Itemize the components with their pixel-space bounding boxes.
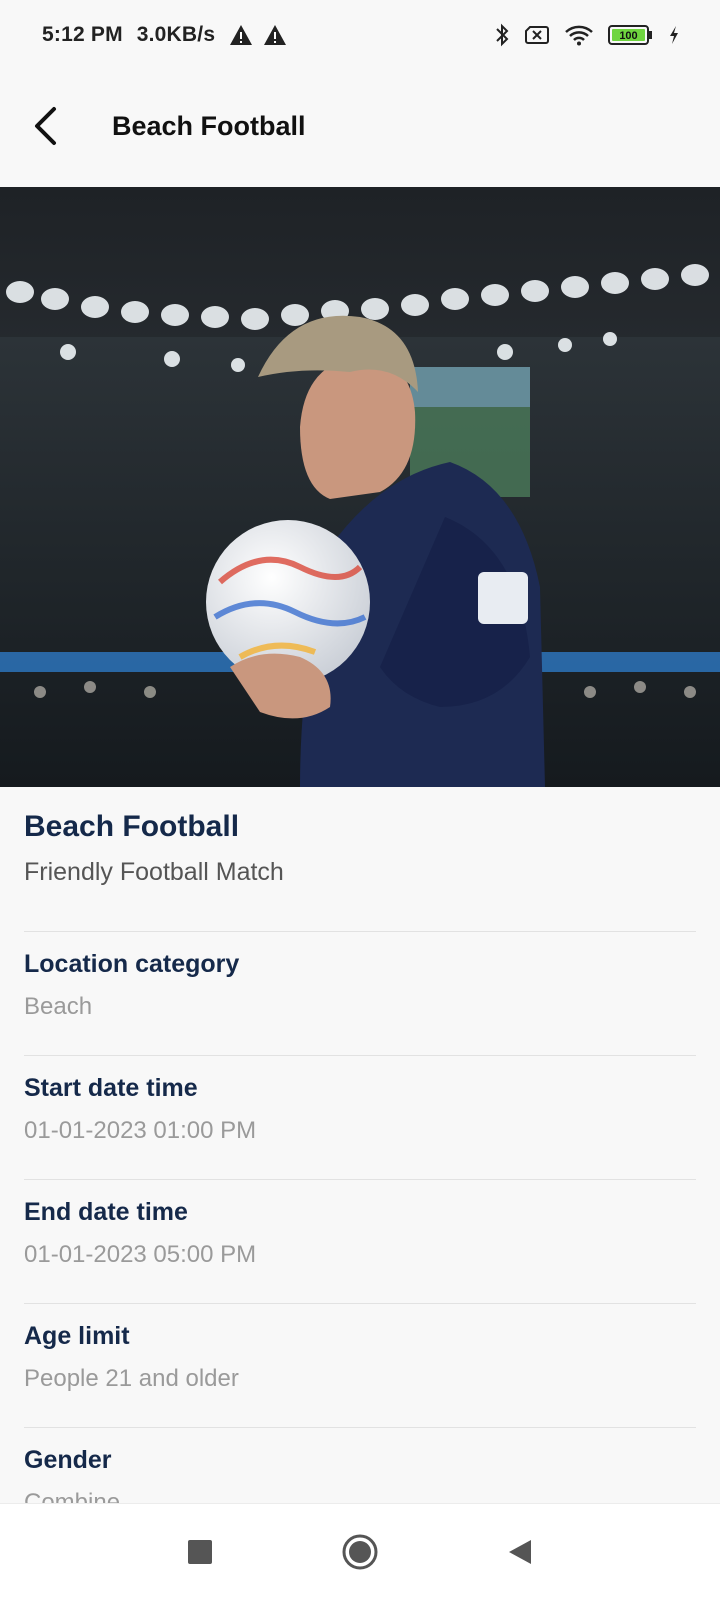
event-title: Beach Football (24, 810, 240, 843)
detail-label: Start date time (24, 1074, 198, 1102)
chevron-left-icon (35, 107, 56, 145)
detail-location-category: Location category Beach (24, 932, 696, 1056)
detail-gender: Gender Combine (24, 1428, 696, 1503)
detail-value: 01-01-2023 01:00 PM (24, 1117, 257, 1144)
warning-icon (230, 25, 253, 45)
back-triangle-icon (509, 1540, 531, 1564)
no-sim-icon (525, 26, 549, 44)
detail-label: Gender (24, 1446, 112, 1474)
battery-level: 100 (619, 30, 637, 42)
detail-age-limit: Age limit People 21 and older (24, 1304, 696, 1428)
system-nav-bar (0, 1503, 720, 1600)
detail-value: 01-01-2023 05:00 PM (24, 1241, 257, 1268)
recents-button[interactable] (170, 1522, 230, 1582)
home-button[interactable] (330, 1522, 390, 1582)
event-details: Beach Football Friendly Football Match L… (0, 787, 720, 1503)
detail-value: Beach (24, 993, 93, 1020)
status-right: 100 (494, 23, 680, 47)
back-button[interactable] (0, 86, 90, 166)
page-title: Beach Football (112, 110, 306, 141)
status-time: 5:12 PM (42, 23, 123, 46)
detail-end-date-time: End date time 01-01-2023 05:00 PM (24, 1180, 696, 1304)
recents-icon (188, 1540, 212, 1564)
detail-label: Age limit (24, 1322, 130, 1350)
app-bar: Beach Football (0, 70, 720, 182)
home-icon (342, 1534, 378, 1570)
warning-icon (264, 25, 287, 45)
charging-icon (670, 26, 678, 44)
network-speed: 3.0KB/s (136, 23, 216, 46)
status-left: 5:12 PM 3.0KB/s (42, 23, 287, 47)
status-bar: 5:12 PM 3.0KB/s 100 (0, 0, 720, 70)
detail-value: Combine (24, 1489, 121, 1503)
detail-label: End date time (24, 1198, 188, 1226)
event-subtitle: Friendly Football Match (24, 858, 284, 886)
battery-icon: 100 (608, 25, 652, 45)
nav-back-button[interactable] (490, 1522, 550, 1582)
detail-start-date-time: Start date time 01-01-2023 01:00 PM (24, 1056, 696, 1180)
wifi-icon (565, 25, 593, 46)
warning-icons (229, 24, 287, 46)
event-image (0, 187, 720, 787)
detail-label: Location category (24, 950, 240, 978)
detail-value: People 21 and older (24, 1365, 239, 1392)
bluetooth-icon (496, 23, 509, 47)
